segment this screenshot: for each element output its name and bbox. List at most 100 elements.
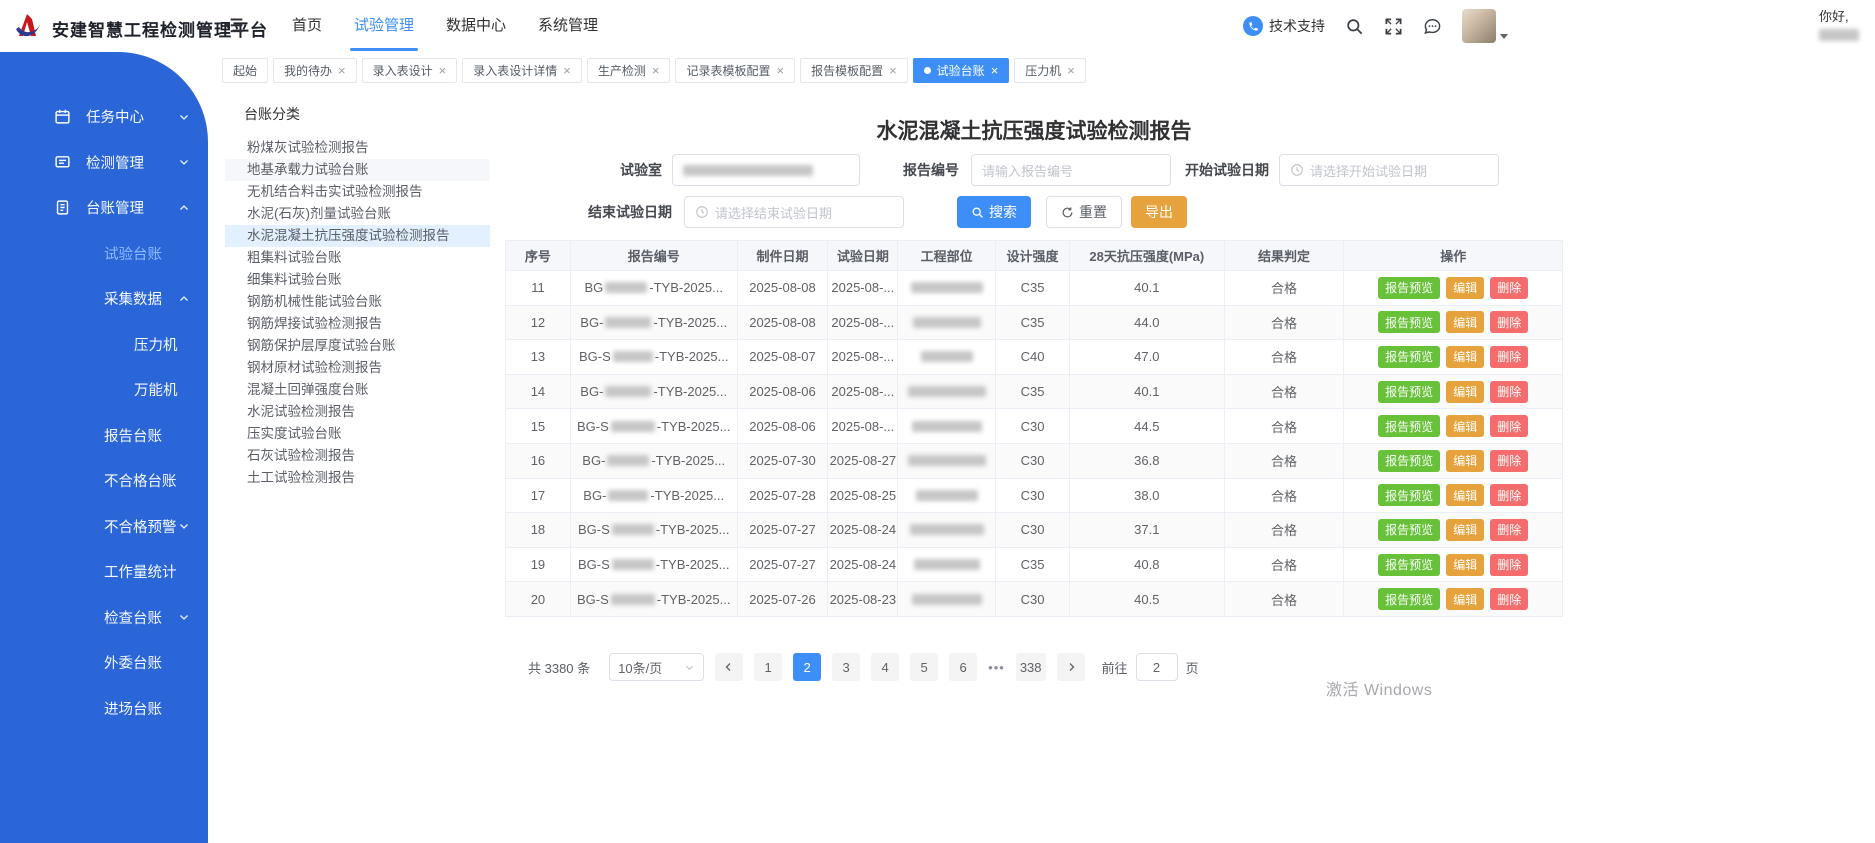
sidebar-item[interactable]: 工作量统计	[0, 549, 208, 595]
category-item[interactable]: 地基承载力试验台账	[225, 159, 490, 181]
edit-button[interactable]: 编辑	[1446, 450, 1484, 472]
category-item[interactable]: 钢材原材试验检测报告	[225, 357, 490, 379]
sidebar-item[interactable]: 检测管理	[0, 140, 208, 186]
prev-page-button[interactable]	[715, 653, 743, 681]
category-item[interactable]: 混凝土回弹强度台账	[225, 379, 490, 401]
report-preview-button[interactable]: 报告预览	[1378, 519, 1440, 541]
category-item[interactable]: 土工试验检测报告	[225, 467, 490, 489]
report-preview-button[interactable]: 报告预览	[1378, 277, 1440, 299]
export-button[interactable]: 导出	[1131, 196, 1187, 228]
page-button[interactable]: 4	[871, 653, 899, 681]
user-greeting[interactable]: 你好,	[1819, 8, 1859, 42]
category-item[interactable]: 钢筋焊接试验检测报告	[225, 313, 490, 335]
nav-item-系统管理[interactable]: 系统管理	[538, 0, 598, 52]
category-item[interactable]: 石灰试验检测报告	[225, 445, 490, 467]
tab-close-icon[interactable]: ×	[652, 64, 660, 77]
delete-button[interactable]: 删除	[1490, 519, 1528, 541]
delete-button[interactable]: 删除	[1490, 484, 1528, 506]
avatar[interactable]	[1462, 9, 1496, 43]
category-item[interactable]: 压实度试验台账	[225, 423, 490, 445]
lab-input[interactable]	[672, 154, 860, 186]
page-size-select[interactable]: 10条/页	[609, 653, 704, 681]
category-item[interactable]: 无机结合料击实试验检测报告	[225, 181, 490, 203]
sidebar-item[interactable]: 任务中心	[0, 94, 208, 140]
tab[interactable]: 我的待办×	[273, 58, 357, 83]
nav-item-首页[interactable]: 首页	[292, 0, 322, 52]
sidebar-item[interactable]: 不合格预警	[0, 504, 208, 550]
reset-button[interactable]: 重置	[1046, 196, 1122, 228]
category-item[interactable]: 水泥混凝土抗压强度试验检测报告	[225, 225, 490, 247]
message-icon[interactable]	[1423, 17, 1442, 36]
tab[interactable]: 报告模板配置×	[800, 58, 908, 83]
sidebar-item[interactable]: 进场台账	[0, 686, 208, 732]
delete-button[interactable]: 删除	[1490, 415, 1528, 437]
page-button[interactable]: 338	[1016, 653, 1046, 681]
nav-item-数据中心[interactable]: 数据中心	[446, 0, 506, 52]
edit-button[interactable]: 编辑	[1446, 484, 1484, 506]
page-button[interactable]: 6	[949, 653, 977, 681]
edit-button[interactable]: 编辑	[1446, 277, 1484, 299]
edit-button[interactable]: 编辑	[1446, 311, 1484, 333]
tab[interactable]: 压力机×	[1014, 58, 1086, 83]
sidebar-item[interactable]: 采集数据	[0, 276, 208, 322]
sidebar-item[interactable]: 外委台账	[0, 640, 208, 686]
sidebar-item[interactable]: 试验台账	[0, 231, 208, 277]
sidebar-item[interactable]: 压力机	[0, 322, 208, 368]
report-preview-button[interactable]: 报告预览	[1378, 450, 1440, 472]
edit-button[interactable]: 编辑	[1446, 588, 1484, 610]
page-button[interactable]: 1	[754, 653, 782, 681]
tab[interactable]: 试验台账×	[913, 58, 1010, 83]
collapse-sidebar-icon[interactable]	[224, 17, 244, 35]
category-item[interactable]: 水泥试验检测报告	[225, 401, 490, 423]
edit-button[interactable]: 编辑	[1446, 381, 1484, 403]
tab-close-icon[interactable]: ×	[776, 64, 784, 77]
category-item[interactable]: 钢筋机械性能试验台账	[225, 291, 490, 313]
report-preview-button[interactable]: 报告预览	[1378, 415, 1440, 437]
category-item[interactable]: 粉煤灰试验检测报告	[225, 137, 490, 159]
search-icon[interactable]	[1345, 17, 1364, 36]
report-preview-button[interactable]: 报告预览	[1378, 346, 1440, 368]
tab-close-icon[interactable]: ×	[991, 64, 999, 77]
report-no-input[interactable]: 请输入报告编号	[971, 154, 1171, 186]
tab[interactable]: 录入表设计×	[362, 58, 458, 83]
report-preview-button[interactable]: 报告预览	[1378, 554, 1440, 576]
tab[interactable]: 记录表模板配置×	[675, 58, 795, 83]
sidebar-item[interactable]: 不合格台账	[0, 458, 208, 504]
tab-close-icon[interactable]: ×	[563, 64, 571, 77]
sidebar-item[interactable]: 检查台账	[0, 595, 208, 641]
page-button[interactable]: 2	[793, 653, 821, 681]
category-item[interactable]: 水泥(石灰)剂量试验台账	[225, 203, 490, 225]
delete-button[interactable]: 删除	[1490, 450, 1528, 472]
report-preview-button[interactable]: 报告预览	[1378, 311, 1440, 333]
next-page-button[interactable]	[1057, 653, 1085, 681]
sidebar-item[interactable]: 报告台账	[0, 413, 208, 459]
tab-close-icon[interactable]: ×	[338, 64, 346, 77]
fullscreen-icon[interactable]	[1384, 17, 1403, 36]
tab-close-icon[interactable]: ×	[889, 64, 897, 77]
report-preview-button[interactable]: 报告预览	[1378, 484, 1440, 506]
edit-button[interactable]: 编辑	[1446, 554, 1484, 576]
user-menu[interactable]	[1462, 9, 1508, 43]
edit-button[interactable]: 编辑	[1446, 346, 1484, 368]
more-pages-ellipsis[interactable]: •••	[988, 660, 1005, 675]
start-date-input[interactable]: 请选择开始试验日期	[1279, 154, 1499, 186]
tech-support-button[interactable]: 技术支持	[1243, 16, 1325, 36]
goto-page-input[interactable]: 2	[1136, 653, 1178, 681]
tab[interactable]: 起始	[222, 58, 268, 83]
delete-button[interactable]: 删除	[1490, 381, 1528, 403]
report-preview-button[interactable]: 报告预览	[1378, 381, 1440, 403]
delete-button[interactable]: 删除	[1490, 311, 1528, 333]
delete-button[interactable]: 删除	[1490, 554, 1528, 576]
category-item[interactable]: 钢筋保护层厚度试验台账	[225, 335, 490, 357]
edit-button[interactable]: 编辑	[1446, 415, 1484, 437]
tab[interactable]: 录入表设计详情×	[462, 58, 582, 83]
delete-button[interactable]: 删除	[1490, 346, 1528, 368]
tab[interactable]: 生产检测×	[587, 58, 671, 83]
tab-close-icon[interactable]: ×	[439, 64, 447, 77]
search-button[interactable]: 搜索	[957, 196, 1031, 228]
sidebar-item[interactable]: 台账管理	[0, 185, 208, 231]
category-item[interactable]: 细集料试验台账	[225, 269, 490, 291]
nav-item-试验管理[interactable]: 试验管理	[354, 0, 414, 52]
delete-button[interactable]: 删除	[1490, 588, 1528, 610]
report-preview-button[interactable]: 报告预览	[1378, 588, 1440, 610]
